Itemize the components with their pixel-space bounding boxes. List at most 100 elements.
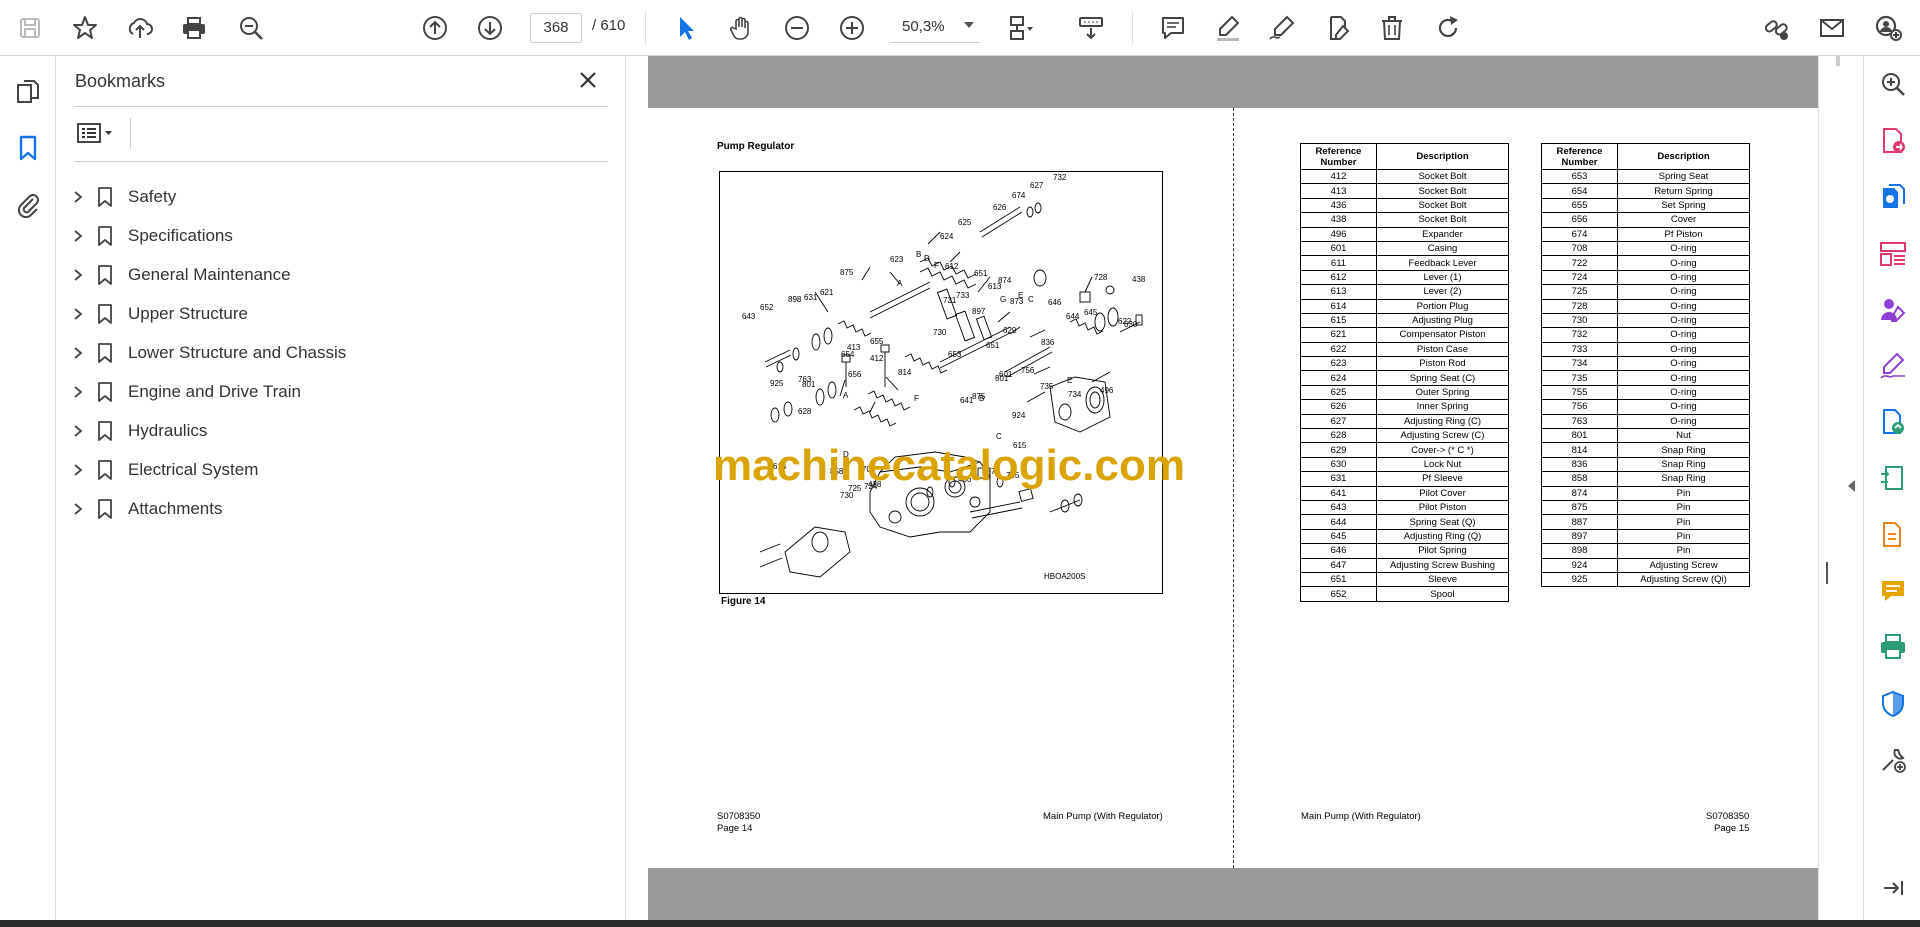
part-callout-label: 873 [1010,297,1024,306]
col-header-desc: Description [1376,143,1509,170]
bookmark-item[interactable]: Lower Structure and Chassis [70,338,346,368]
part-callout-label: 656 [848,370,862,379]
combine-files-icon[interactable] [1876,405,1910,439]
close-icon[interactable] [576,68,600,92]
panel-divider [74,161,608,162]
page-up-icon[interactable] [417,10,453,46]
chevron-right-icon[interactable] [70,189,86,205]
bookmark-item[interactable]: Electrical System [70,455,258,485]
table-row: 643 Pilot Piston [1300,499,1509,516]
highlight-icon[interactable] [1210,10,1246,46]
edit-pdf-icon[interactable] [1876,518,1910,552]
ref-number-cell: 412 [1300,168,1377,185]
description-cell: Portion Plug [1376,298,1509,314]
bookmark-item[interactable]: General Maintenance [70,260,291,290]
select-cursor-icon[interactable] [668,10,704,46]
star-icon[interactable] [67,10,103,46]
vertical-scrollbar[interactable] [1818,56,1836,920]
organize-pages-icon[interactable] [1876,237,1910,271]
create-pdf-icon[interactable] [1876,180,1910,214]
description-cell: Pilot Spring [1376,543,1509,559]
account-icon[interactable] [1870,10,1906,46]
part-callout-label: 654 [841,350,855,359]
chevron-right-icon[interactable] [70,384,86,400]
zoom-out-icon[interactable] [779,10,815,46]
bookmark-icon[interactable] [10,130,46,166]
collapse-right-panel-icon[interactable] [1848,480,1855,492]
chevron-right-icon[interactable] [70,462,86,478]
bookmark-options-button[interactable] [74,118,122,148]
zoom-dropdown-icon[interactable] [964,22,974,28]
chevron-right-icon[interactable] [70,306,86,322]
sign-icon[interactable] [1264,10,1300,46]
part-callout-label: 653 [948,350,962,359]
chevron-right-icon[interactable] [70,501,86,517]
bookmark-item[interactable]: Hydraulics [70,416,207,446]
table-row: 627 Adjusting Ring (C) [1300,413,1509,430]
table-row: 496 Expander [1300,226,1509,242]
parts-table-2: Reference Number Description 653 Spring S… [1541,143,1750,588]
part-callout-label: 924 [1012,411,1026,420]
print-production-icon[interactable] [1876,630,1910,664]
bookmark-label: Attachments [128,499,223,518]
bookmark-icon [98,499,112,519]
zoom-level-input[interactable]: 50,3% [890,13,980,43]
expand-icon[interactable] [1876,871,1910,905]
edit-text-icon[interactable] [1319,10,1355,46]
table-row: 641 Pilot Cover [1300,485,1509,501]
scroll-mode-icon[interactable] [1073,10,1109,46]
description-cell: O-ring [1617,356,1750,372]
attachment-icon[interactable] [10,186,46,222]
save-icon[interactable] [12,10,48,46]
hand-icon[interactable] [723,10,759,46]
bookmark-label: Electrical System [128,460,259,479]
zoom-in-icon[interactable] [834,10,870,46]
part-callout-label: 601 [999,370,1013,379]
page-heading: Pump Regulator [717,141,795,152]
table-row: 730 O-ring [1541,312,1750,329]
description-cell: Pin [1617,499,1750,516]
zoom-search-icon[interactable] [1876,67,1910,101]
page-down-icon[interactable] [472,10,508,46]
chevron-right-icon[interactable] [70,267,86,283]
part-callout-label: 644 [1066,312,1080,321]
compress-icon[interactable] [1876,462,1910,496]
ref-number-cell: 836 [1541,456,1618,473]
part-callout-label: E [1067,376,1072,385]
share-link-icon[interactable] [1758,10,1794,46]
ref-number-cell: 653 [1541,168,1618,185]
table-row: 623 Piston Rod [1300,356,1509,372]
ref-number-cell: 626 [1300,399,1377,415]
scrollbar-thumb[interactable] [1826,562,1828,584]
pages-icon[interactable] [10,74,46,110]
bookmark-item[interactable]: Specifications [70,221,233,251]
rotate-icon[interactable] [1430,10,1466,46]
bookmark-item[interactable]: Attachments [70,494,223,524]
ref-number-cell: 631 [1300,471,1377,487]
bookmark-icon [98,382,112,402]
ref-number-cell: 655 [1541,197,1618,214]
fit-page-icon[interactable] [1002,10,1038,46]
page-number-input[interactable]: 368 [530,13,582,43]
upload-icon[interactable] [122,10,158,46]
bookmark-item[interactable]: Safety [70,182,176,212]
bookmark-item[interactable]: Upper Structure [70,299,248,329]
chevron-right-icon[interactable] [70,345,86,361]
zoom-search-icon[interactable] [233,10,269,46]
protect-icon[interactable] [1876,687,1910,721]
request-signature-icon[interactable] [1876,349,1910,383]
more-tools-icon[interactable] [1876,743,1910,777]
fill-sign-icon[interactable] [1876,293,1910,327]
part-callout-label: 623 [890,255,904,264]
bookmarks-panel: Bookmarks Safety Specifications General Ma… [56,56,626,920]
mail-icon[interactable] [1814,10,1850,46]
print-icon[interactable] [176,10,212,46]
description-cell: O-ring [1617,255,1750,271]
export-pdf-icon[interactable] [1876,124,1910,158]
chevron-right-icon[interactable] [70,423,86,439]
chevron-right-icon[interactable] [70,228,86,244]
bookmark-item[interactable]: Engine and Drive Train [70,377,301,407]
comment-icon[interactable] [1155,10,1191,46]
delete-icon[interactable] [1374,10,1410,46]
comment-icon[interactable] [1876,574,1910,608]
